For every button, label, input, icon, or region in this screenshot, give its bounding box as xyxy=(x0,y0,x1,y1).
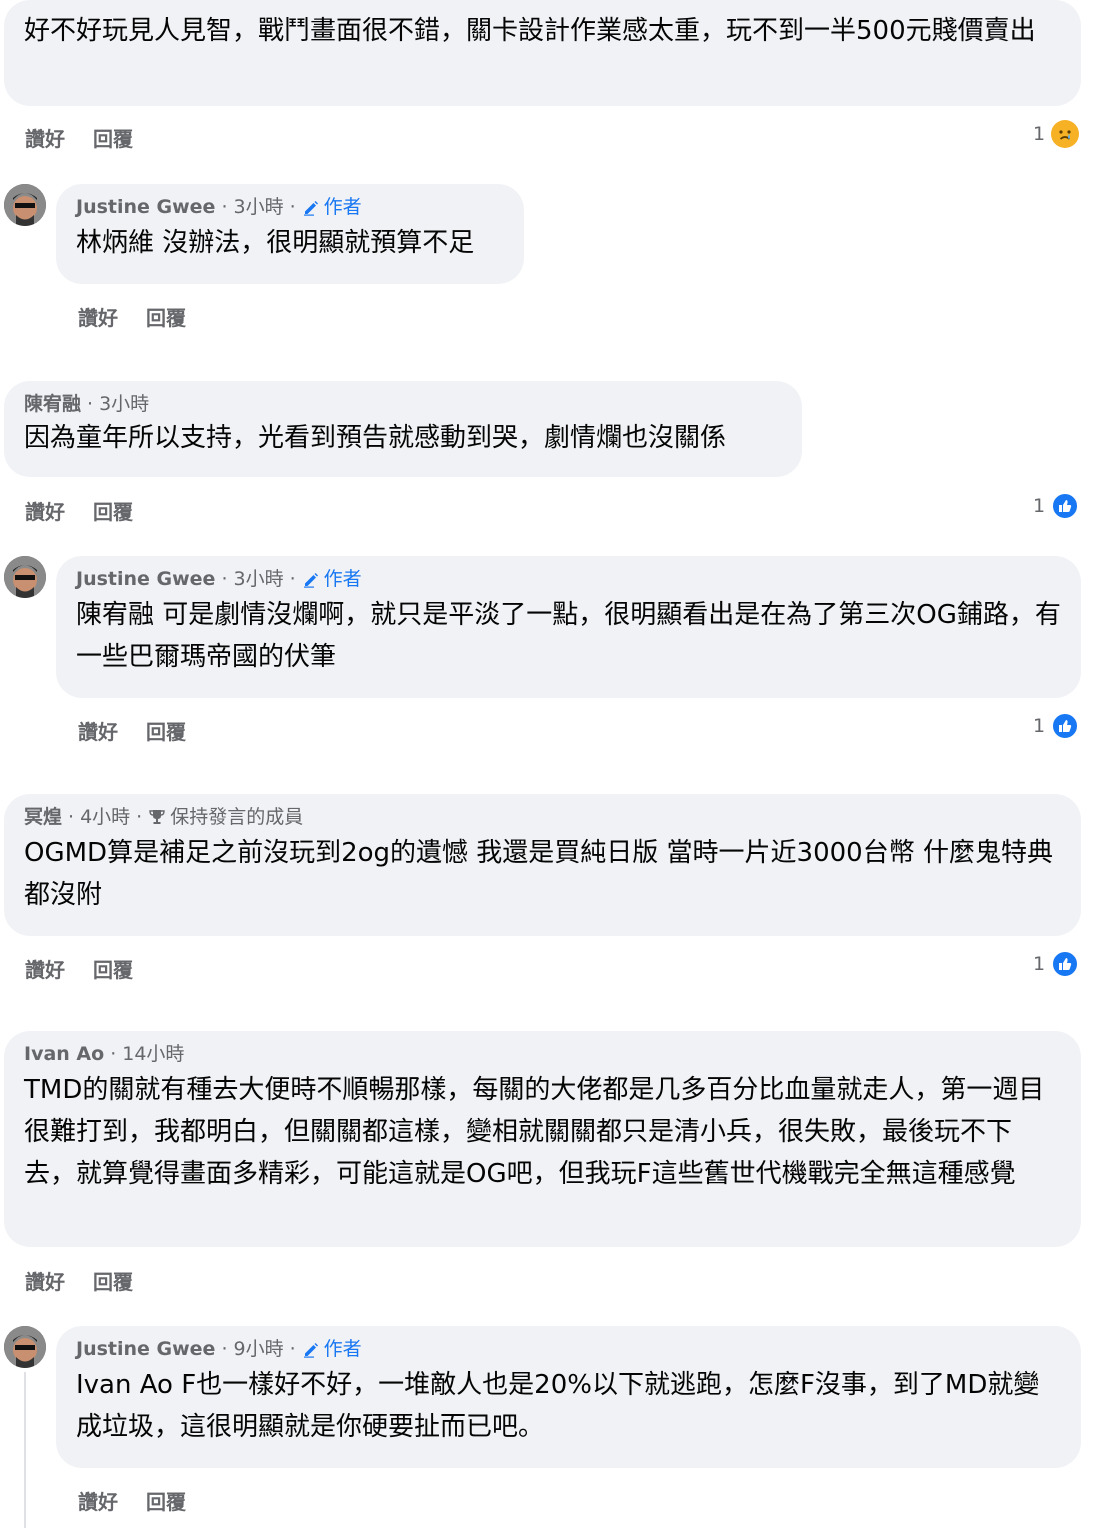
comment-bubble: 冥煌 · 4小時 · 保持發言的成員 OGMD算是補足之前沒玩到2og的遺憾 我… xyxy=(4,794,1081,936)
comment-text: 陳宥融 可是劇情沒爛啊，就只是平淡了一點，很明顯看出是在為了第三次OG鋪路，有一… xyxy=(76,600,1061,672)
reply-button[interactable]: 回覆 xyxy=(93,123,133,152)
like-button[interactable]: 讚好 xyxy=(25,954,65,983)
separator: · xyxy=(289,196,296,218)
sad-reaction-icon xyxy=(1051,120,1080,148)
comment-text: Ivan Ao F也一樣好不好，一堆敵人也是20%以下就逃跑，怎麼F沒事，到了M… xyxy=(76,1370,1040,1442)
like-button[interactable]: 讚好 xyxy=(25,1266,65,1295)
comment-bubble: Justine Gwee · 3小時 · 作者 陳宥融 可是劇情沒爛啊，就只是平… xyxy=(56,556,1081,698)
comment-bubble: Justine Gwee · 3小時 · 作者 林炳維 沒辦法，很明顯就預算不足 xyxy=(56,184,524,284)
separator: · xyxy=(87,393,94,415)
comment-meta: Ivan Ao · 14小時 xyxy=(24,1041,1061,1067)
separator: · xyxy=(289,568,296,590)
comment-meta: Justine Gwee · 9小時 · 作者 xyxy=(76,1336,1061,1362)
comment-time[interactable]: 4小時 xyxy=(80,804,130,830)
avatar[interactable] xyxy=(4,556,46,598)
comment-time[interactable]: 3小時 xyxy=(234,566,284,592)
comment-actions: 讚好 回覆 xyxy=(25,1266,133,1295)
comment-bubble: 好不好玩見人見智，戰鬥畫面很不錯，關卡設計作業感太重，玩不到一半500元賤價賣出 xyxy=(4,0,1081,106)
comment-time[interactable]: 9小時 xyxy=(234,1336,284,1362)
author-badge: 作者 xyxy=(302,194,362,220)
comment-actions: 讚好 回覆 xyxy=(78,302,186,331)
like-button[interactable]: 讚好 xyxy=(25,123,65,152)
comment-meta: 冥煌 · 4小時 · 保持發言的成員 xyxy=(24,804,1061,830)
reaction-count: 1 xyxy=(1033,495,1046,517)
comment-text: TMD的關就有種去大便時不順暢那樣，每關的大佬都是几多百分比血量就走人，第一週目… xyxy=(24,1075,1045,1189)
comment-actions: 讚好 回覆 xyxy=(78,1486,186,1515)
like-button[interactable]: 讚好 xyxy=(78,302,118,331)
trophy-icon xyxy=(149,810,165,824)
comment-actions: 讚好 回覆 xyxy=(25,496,133,525)
badge-label: 作者 xyxy=(323,568,362,590)
comment-bubble: Ivan Ao · 14小時 TMD的關就有種去大便時不順暢那樣，每關的大佬都是… xyxy=(4,1031,1081,1247)
reaction-count: 1 xyxy=(1033,715,1046,737)
separator: · xyxy=(110,1043,117,1065)
comment-actions: 讚好 回覆 xyxy=(25,954,133,983)
reaction-summary[interactable]: 1 xyxy=(1033,950,1080,978)
reaction-summary[interactable]: 1 xyxy=(1033,492,1080,520)
comment-time[interactable]: 3小時 xyxy=(234,194,284,220)
reaction-summary[interactable]: 1 xyxy=(1033,120,1080,148)
like-button[interactable]: 讚好 xyxy=(78,716,118,745)
reaction-count: 1 xyxy=(1033,953,1046,975)
comment-author[interactable]: Justine Gwee xyxy=(76,194,215,220)
comment-author[interactable]: Ivan Ao xyxy=(24,1041,104,1067)
reply-button[interactable]: 回覆 xyxy=(146,1486,186,1515)
comment-meta: Justine Gwee · 3小時 · 作者 xyxy=(76,566,1061,592)
comment-actions: 讚好 回覆 xyxy=(78,716,186,745)
badge-label: 作者 xyxy=(323,1338,362,1360)
reaction-count: 1 xyxy=(1033,123,1046,145)
thumbs-up-icon xyxy=(1051,492,1080,520)
comment-text: 因為童年所以支持，光看到預告就感動到哭，劇情爛也沒關係 xyxy=(24,423,727,453)
comment-author[interactable]: Justine Gwee xyxy=(76,1336,215,1362)
pencil-icon xyxy=(303,201,318,216)
badge-label: 保持發言的成員 xyxy=(170,806,304,828)
thumbs-up-icon xyxy=(1051,712,1080,740)
badge-label: 作者 xyxy=(323,196,362,218)
comment-text: 好不好玩見人見智，戰鬥畫面很不錯，關卡設計作業感太重，玩不到一半500元賤價賣出 xyxy=(24,16,1036,46)
comment-text: OGMD算是補足之前沒玩到2og的遺憾 我還是買純日版 當時一片近3000台幣 … xyxy=(24,838,1053,910)
reaction-summary[interactable]: 1 xyxy=(1033,712,1080,740)
comment-text: 林炳維 沒辦法，很明顯就預算不足 xyxy=(76,228,475,258)
comment-meta: 陳宥融 · 3小時 xyxy=(24,391,782,417)
reply-button[interactable]: 回覆 xyxy=(146,716,186,745)
reply-button[interactable]: 回覆 xyxy=(93,954,133,983)
comment-bubble: 陳宥融 · 3小時 因為童年所以支持，光看到預告就感動到哭，劇情爛也沒關係 xyxy=(4,381,802,477)
thumbs-up-icon xyxy=(1051,950,1080,978)
comment-bubble: Justine Gwee · 9小時 · 作者 Ivan Ao F也一樣好不好，… xyxy=(56,1326,1081,1468)
author-badge: 作者 xyxy=(302,1336,362,1362)
reply-button[interactable]: 回覆 xyxy=(93,496,133,525)
comment-time[interactable]: 3小時 xyxy=(99,391,149,417)
reply-button[interactable]: 回覆 xyxy=(93,1266,133,1295)
avatar[interactable] xyxy=(4,1326,46,1368)
separator: · xyxy=(289,1338,296,1360)
comment-author[interactable]: 冥煌 xyxy=(24,804,62,830)
comment-meta: Justine Gwee · 3小時 · 作者 xyxy=(76,194,504,220)
like-button[interactable]: 讚好 xyxy=(25,496,65,525)
separator: · xyxy=(221,1338,228,1360)
author-badge: 作者 xyxy=(302,566,362,592)
comment-author[interactable]: 陳宥融 xyxy=(24,391,81,417)
comment-actions: 讚好 回覆 xyxy=(25,123,133,152)
avatar[interactable] xyxy=(4,184,46,226)
comment-author[interactable]: Justine Gwee xyxy=(76,566,215,592)
like-button[interactable]: 讚好 xyxy=(78,1486,118,1515)
separator: · xyxy=(68,806,75,828)
comment-time[interactable]: 14小時 xyxy=(122,1041,184,1067)
separator: · xyxy=(221,196,228,218)
pencil-icon xyxy=(303,573,318,588)
thread-line xyxy=(24,1372,26,1528)
member-badge: 保持發言的成員 xyxy=(148,804,303,830)
separator: · xyxy=(136,806,143,828)
separator: · xyxy=(221,568,228,590)
reply-button[interactable]: 回覆 xyxy=(146,302,186,331)
pencil-icon xyxy=(303,1343,318,1358)
